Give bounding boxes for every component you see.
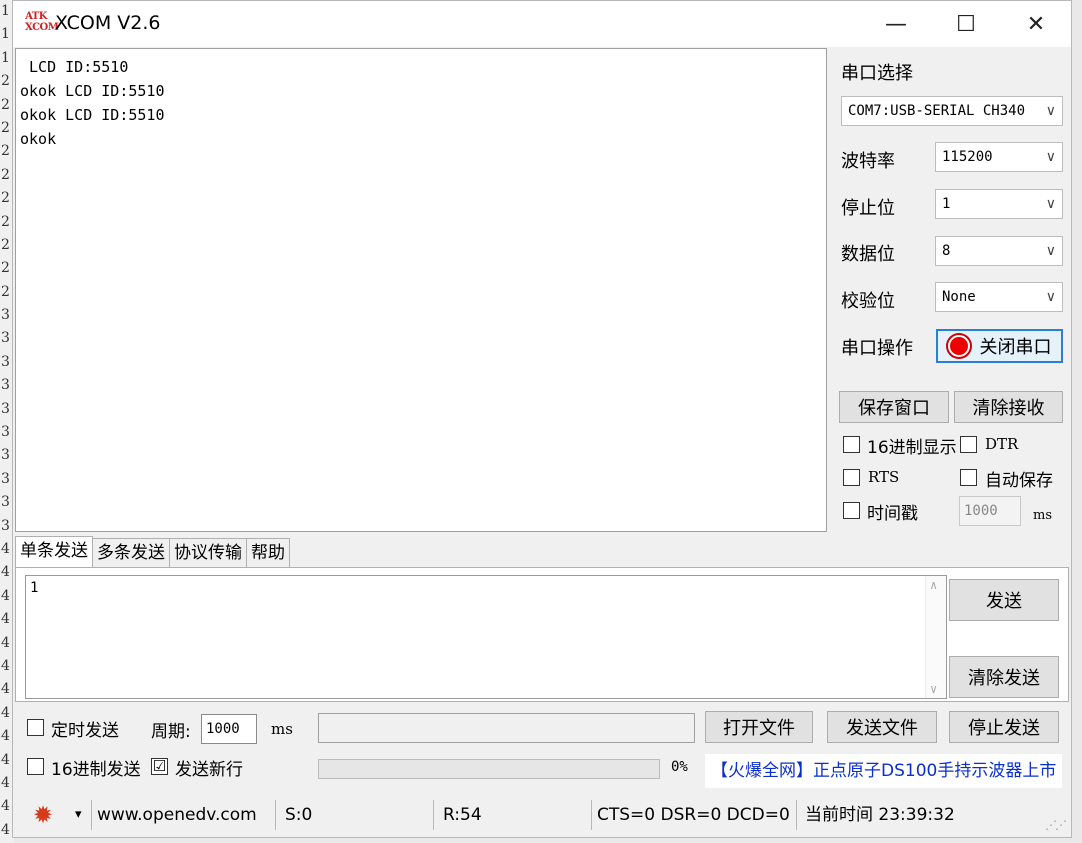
port-status-led-icon	[947, 335, 970, 357]
status-separator	[91, 800, 92, 830]
status-separator	[433, 800, 434, 830]
send-textarea[interactable]: 1 ∧ ∨	[25, 575, 947, 699]
period-unit: ms	[271, 720, 293, 738]
chevron-down-icon: ∨	[1045, 103, 1056, 119]
timestamp-label: 时间戳	[867, 504, 918, 524]
hex-display-label: 16进制显示	[867, 438, 957, 458]
baud-rate-value: 115200	[942, 149, 993, 165]
send-tabs: 单条发送 多条发送 协议传输 帮助	[15, 536, 290, 568]
tab-multi-send[interactable]: 多条发送	[92, 538, 170, 567]
send-progress-bar	[318, 759, 660, 779]
close-port-label: 关闭串口	[979, 337, 1052, 358]
send-progress-percent: 0%	[671, 759, 688, 775]
parity-select[interactable]: None ∨	[935, 282, 1063, 312]
clear-send-button[interactable]: 清除发送	[949, 656, 1059, 698]
stop-send-button[interactable]: 停止发送	[949, 711, 1059, 743]
modem-lines-status: CTS=0 DSR=0 DCD=0	[597, 805, 790, 825]
status-separator	[796, 800, 797, 830]
stop-bits-label: 停止位	[841, 198, 895, 219]
close-icon: ✕	[1026, 11, 1046, 37]
scroll-down-icon[interactable]: ∨	[930, 682, 937, 696]
chevron-down-icon: ∨	[1045, 243, 1056, 259]
window-title: XCOM V2.6	[55, 12, 161, 34]
send-newline-checkbox[interactable]: ☑	[151, 758, 168, 775]
hex-send-checkbox[interactable]	[27, 758, 44, 775]
dtr-checkbox[interactable]	[960, 436, 977, 453]
port-select-label: 串口选择	[841, 63, 913, 84]
timestamp-interval-input[interactable]: 1000	[959, 496, 1021, 526]
auto-save-checkbox[interactable]	[960, 469, 977, 486]
website-link[interactable]: www.openedv.com	[97, 796, 257, 834]
received-count: R:54	[443, 805, 482, 825]
clear-receive-button[interactable]: 清除接收	[954, 391, 1063, 423]
baud-rate-select[interactable]: 115200 ∨	[935, 142, 1063, 172]
stop-bits-value: 1	[942, 196, 951, 212]
xcom-window: ATK XCOM XCOM V2.6 — ☐ ✕ LCD ID:5510 oko…	[12, 0, 1072, 838]
data-bits-value: 8	[942, 243, 951, 259]
tab-help[interactable]: 帮助	[246, 538, 290, 567]
maximize-icon: ☐	[956, 11, 976, 37]
save-window-button[interactable]: 保存窗口	[839, 391, 949, 423]
timestamp-unit-label: ms	[1033, 508, 1052, 523]
title-bar[interactable]: ATK XCOM XCOM V2.6 — ☐ ✕	[13, 1, 1071, 47]
chevron-down-icon: ∨	[1045, 289, 1056, 305]
period-label: 周期:	[151, 722, 191, 742]
current-time: 当前时间 23:39:32	[805, 805, 955, 825]
sent-count: S:0	[285, 805, 313, 825]
dtr-label: DTR	[985, 435, 1019, 453]
baud-rate-label: 波特率	[841, 151, 895, 172]
stop-bits-select[interactable]: 1 ∨	[935, 189, 1063, 219]
timed-send-label: 定时发送	[51, 721, 119, 741]
parity-value: None	[942, 289, 976, 305]
send-scrollbar[interactable]: ∧ ∨	[925, 576, 946, 698]
minimize-button[interactable]: —	[861, 1, 931, 47]
rts-checkbox[interactable]	[843, 469, 860, 486]
port-operation-label: 串口操作	[841, 338, 913, 359]
send-text: 1	[30, 580, 39, 596]
send-file-button[interactable]: 发送文件	[827, 711, 937, 743]
send-button[interactable]: 发送	[949, 579, 1059, 621]
timestamp-checkbox[interactable]	[843, 502, 860, 519]
tab-single-send[interactable]: 单条发送	[15, 536, 93, 567]
period-input[interactable]: 1000	[201, 714, 257, 744]
status-bar: ✹ ▾ www.openedv.com S:0 R:54 CTS=0 DSR=0…	[15, 796, 1069, 834]
data-bits-label: 数据位	[841, 244, 895, 265]
gear-icon[interactable]: ✹	[33, 796, 53, 834]
port-select[interactable]: COM7:USB-SERIAL CH340 ∨	[841, 96, 1063, 126]
parity-label: 校验位	[841, 291, 895, 312]
status-separator	[591, 800, 592, 830]
maximize-button[interactable]: ☐	[931, 1, 1001, 47]
tab-protocol[interactable]: 协议传输	[169, 538, 247, 567]
data-bits-select[interactable]: 8 ∨	[935, 236, 1063, 266]
scroll-up-icon[interactable]: ∧	[930, 578, 937, 592]
minimize-icon: —	[885, 11, 907, 37]
hex-display-checkbox[interactable]	[843, 436, 860, 453]
receive-textarea[interactable]: LCD ID:5510 okok LCD ID:5510 okok LCD ID…	[15, 48, 827, 532]
close-port-button[interactable]: 关闭串口	[936, 329, 1063, 363]
timed-send-checkbox[interactable]	[27, 719, 44, 736]
close-button[interactable]: ✕	[1001, 1, 1071, 47]
open-file-button[interactable]: 打开文件	[705, 711, 813, 743]
chevron-down-icon: ∨	[1045, 149, 1056, 165]
send-newline-label: 发送新行	[175, 760, 243, 780]
hex-send-label: 16进制发送	[51, 760, 141, 780]
rts-label: RTS	[868, 468, 900, 486]
auto-save-label: 自动保存	[985, 471, 1053, 491]
port-select-value: COM7:USB-SERIAL CH340	[848, 103, 1026, 119]
status-separator	[275, 800, 276, 830]
ad-link[interactable]: 【火爆全网】正点原子DS100手持示波器上市	[705, 754, 1063, 788]
chevron-down-icon: ∨	[1045, 196, 1056, 212]
file-path-field[interactable]	[318, 713, 695, 743]
chevron-down-icon[interactable]: ▾	[75, 796, 82, 834]
app-logo-icon: ATK XCOM	[25, 11, 59, 33]
resize-grip-icon[interactable]: ⋰⋰	[1045, 818, 1067, 832]
